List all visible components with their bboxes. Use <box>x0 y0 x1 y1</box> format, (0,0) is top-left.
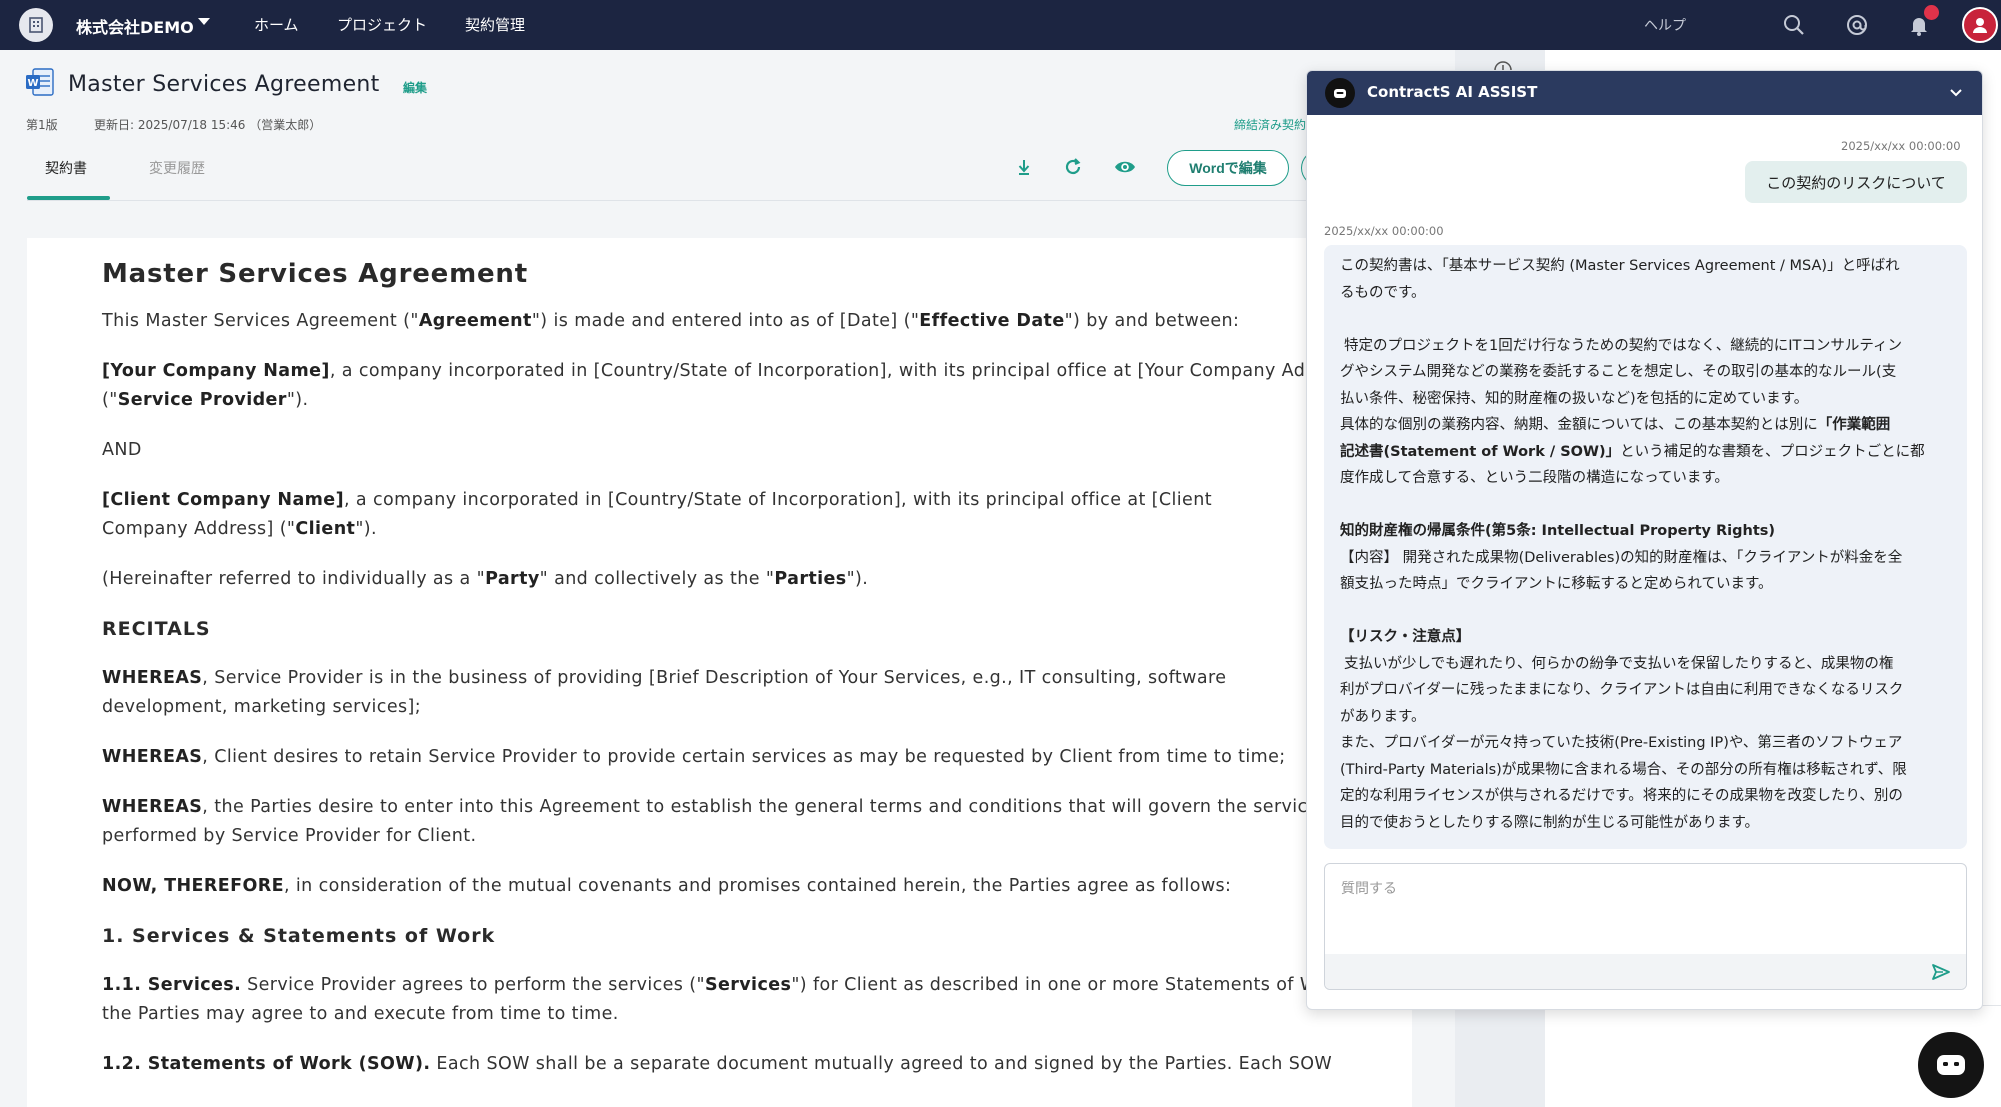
contract-text: Master Services Agreement This Master Se… <box>102 260 1392 1100</box>
page-title: Master Services Agreement <box>68 72 380 97</box>
updated-info: 更新日: 2025/07/18 15:46 （営業太郎） <box>94 118 322 132</box>
party-client: [Client Company Name], a company incorpo… <box>102 490 1212 539</box>
edit-in-word-button[interactable]: Wordで編集 <box>1167 150 1289 186</box>
now-therefore: NOW, THEREFORE, in consideration of the … <box>102 876 1232 896</box>
ai-panel-header[interactable]: ContractS AI ASSIST <box>1307 71 1982 115</box>
hereinafter-paragraph: (Hereinafter referred to individually as… <box>102 569 869 589</box>
document-viewer[interactable]: Master Services Agreement This Master Se… <box>27 238 1412 1107</box>
whereas-1: WHEREAS, Service Provider is in the busi… <box>102 668 1227 717</box>
at-icon[interactable] <box>1844 12 1870 38</box>
nav-projects[interactable]: プロジェクト <box>337 14 427 35</box>
user-message-time: 2025/xx/xx 00:00:00 <box>1841 139 1961 153</box>
ai-response: この契約書は、「基本サービス契約 (Master Services Agreem… <box>1324 245 1967 849</box>
help-link[interactable]: ヘルプ <box>1644 15 1686 35</box>
ai-chat-fab-button[interactable] <box>1918 1032 1984 1098</box>
chevron-down-icon[interactable] <box>198 18 210 25</box>
input-footer <box>1325 954 1966 989</box>
ai-response-text: この契約書は、「基本サービス契約 (Master Services Agreem… <box>1340 258 1925 831</box>
and-text: AND <box>102 440 142 460</box>
version-label: 第1版 <box>26 118 58 132</box>
org-name[interactable]: 株式会社DEMO <box>76 14 194 38</box>
signed-contract-link[interactable]: 締結済み契約 <box>1234 116 1308 133</box>
svg-text:W: W <box>27 78 38 89</box>
chevron-down-icon[interactable] <box>1947 84 1965 102</box>
tab-contract[interactable]: 契約書 <box>45 158 87 178</box>
word-file-icon: W <box>26 68 54 96</box>
ai-panel-title: ContractS AI ASSIST <box>1367 83 1538 101</box>
send-icon[interactable] <box>1930 961 1952 983</box>
intro-paragraph: This Master Services Agreement ("Agreeme… <box>102 311 1240 331</box>
edit-title-link[interactable]: 編集 <box>403 79 427 96</box>
download-icon[interactable] <box>1012 155 1036 179</box>
ai-assist-panel: ContractS AI ASSIST 2025/xx/xx 00:00:00 … <box>1306 70 1983 1010</box>
whereas-2: WHEREAS, Client desires to retain Servic… <box>102 747 1286 767</box>
question-input[interactable] <box>1325 864 1966 954</box>
preview-eye-icon[interactable] <box>1113 155 1137 179</box>
active-tab-indicator <box>27 196 110 200</box>
nav-home[interactable]: ホーム <box>254 14 299 35</box>
search-icon[interactable] <box>1781 12 1807 38</box>
whereas-3: WHEREAS, the Parties desire to enter int… <box>102 797 1382 846</box>
party-provider: [Your Company Name], a company incorpora… <box>102 361 1362 410</box>
recitals-heading: RECITALS <box>102 618 211 640</box>
tab-history[interactable]: 変更履歴 <box>149 158 205 178</box>
clause-1-2: 1.2. Statements of Work (SOW). Each SOW … <box>102 1054 1333 1074</box>
refresh-icon[interactable] <box>1061 155 1085 179</box>
nav-contracts[interactable]: 契約管理 <box>465 14 525 35</box>
question-input-box <box>1324 863 1967 990</box>
ai-logo-icon <box>1325 78 1355 108</box>
notification-badge <box>1924 5 1939 20</box>
section-1-heading: 1. Services & Statements of Work <box>102 925 496 947</box>
user-message: この契約のリスクについて <box>1745 161 1967 203</box>
clause-1-1: 1.1. Services. Service Provider agrees t… <box>102 975 1389 1024</box>
tabs-divider <box>27 200 1309 201</box>
user-avatar[interactable] <box>1962 7 1998 43</box>
top-nav-bar: 株式会社DEMO ホーム プロジェクト 契約管理 ヘルプ <box>0 0 2001 50</box>
ai-message-time: 2025/xx/xx 00:00:00 <box>1324 224 1444 238</box>
robot-icon <box>1937 1055 1965 1075</box>
document-title: Master Services Agreement <box>102 259 528 289</box>
building-icon[interactable] <box>19 8 53 42</box>
